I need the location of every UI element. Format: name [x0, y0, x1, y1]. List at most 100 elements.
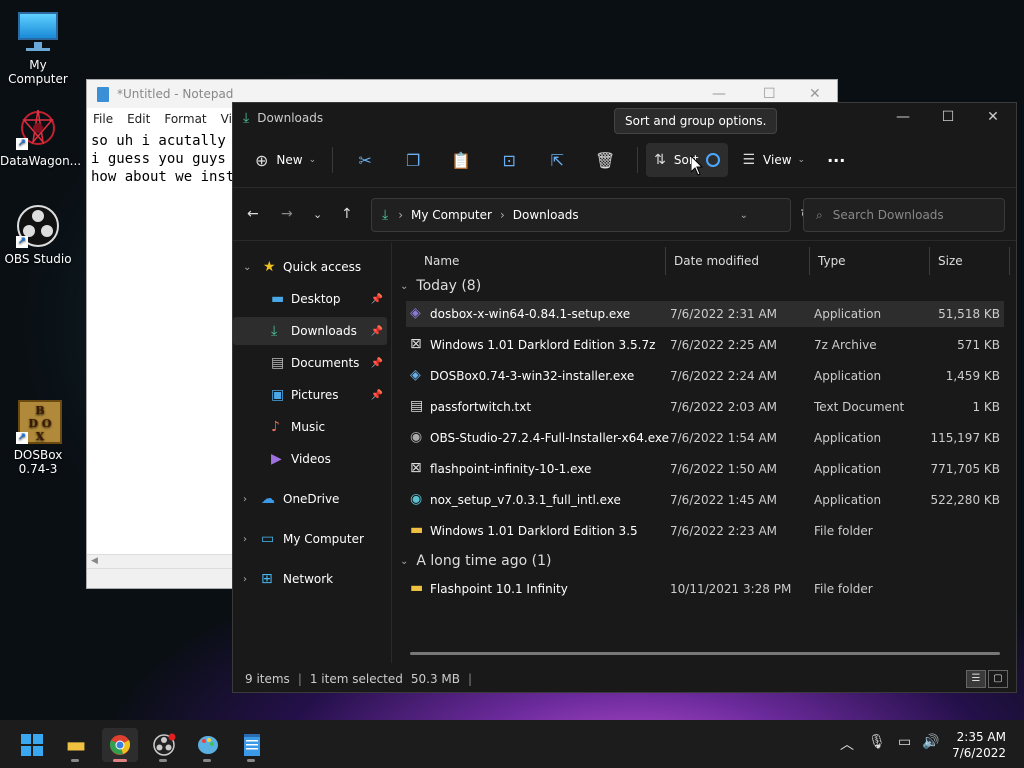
- cut-button[interactable]: ✂: [341, 143, 389, 177]
- desktop-icon-my-computer[interactable]: My Computer: [0, 10, 76, 86]
- file-row[interactable]: ▬ Windows 1.01 Darklord Edition 3.5 7/6/…: [406, 518, 1004, 544]
- view-list-icon: ☰: [742, 152, 756, 168]
- search-box[interactable]: ⌕ Search Downloads: [803, 198, 1005, 232]
- file-row[interactable]: ◉ nox_setup_v7.0.3.1_full_intl.exe 7/6/2…: [406, 487, 1004, 513]
- status-divider: |: [297, 672, 302, 686]
- taskbar-file-explorer[interactable]: ▬: [58, 728, 94, 762]
- desktop-icon-obs-studio[interactable]: ↗ OBS Studio: [0, 204, 76, 266]
- file-row[interactable]: ▬ Flashpoint 10.1 Infinity 10/11/2021 3:…: [406, 576, 1004, 602]
- recent-locations-chevron-icon[interactable]: ⌄: [313, 208, 322, 221]
- taskbar-notepad[interactable]: [234, 728, 270, 762]
- nav-item-music[interactable]: ♪ Music: [233, 413, 387, 441]
- maximize-icon[interactable]: ☐: [933, 109, 963, 125]
- nav-item-documents[interactable]: ▤ Documents 📌: [233, 349, 387, 377]
- minimize-icon[interactable]: —: [888, 109, 918, 125]
- menu-file[interactable]: File: [93, 112, 113, 126]
- sort-button[interactable]: ⇅ Sort: [646, 143, 729, 177]
- close-icon[interactable]: ✕: [809, 86, 821, 102]
- file-row[interactable]: ◉ OBS-Studio-27.2.4-Full-Installer-x64.e…: [406, 425, 1004, 451]
- cut-icon: ✂: [358, 150, 372, 170]
- horizontal-scrollbar[interactable]: ◀: [87, 554, 237, 568]
- file-size: 1 KB: [972, 400, 1000, 414]
- file-row[interactable]: ⊠ Windows 1.01 Darklord Edition 3.5.7z 7…: [406, 332, 1004, 358]
- view-label: View: [763, 153, 792, 167]
- file-row[interactable]: ◈ DOSBox0.74-3-win32-installer.exe 7/6/2…: [406, 363, 1004, 389]
- expand-chevron-icon[interactable]: ⌄: [243, 262, 251, 273]
- volume-icon[interactable]: 🔊: [922, 734, 939, 750]
- chevron-down-icon: ⌄: [308, 155, 317, 165]
- file-row[interactable]: ◈ dosbox-x-win64-0.84.1-setup.exe 7/6/20…: [406, 301, 1004, 327]
- download-icon: ⤓: [271, 323, 278, 339]
- forward-arrow-icon[interactable]: →: [281, 206, 293, 222]
- column-header-name[interactable]: Name: [416, 247, 666, 275]
- copy-icon: ❐: [405, 150, 421, 170]
- microphone-icon[interactable]: 🎙: [868, 734, 886, 750]
- up-arrow-icon[interactable]: ↑: [341, 206, 353, 222]
- obs-icon: [153, 733, 176, 756]
- sort-icon: ⇅: [654, 152, 666, 168]
- minimize-icon[interactable]: —: [712, 86, 726, 102]
- new-button[interactable]: ⊕ New ⌄: [247, 143, 324, 177]
- desktop-icon-label: DataWagon...: [0, 154, 82, 168]
- file-date: 7/6/2022 2:31 AM: [670, 307, 778, 321]
- start-button[interactable]: [14, 728, 50, 762]
- file-date: 7/6/2022 1:54 AM: [670, 431, 778, 445]
- column-header-size[interactable]: Size: [930, 247, 1010, 275]
- pin-icon: 📌: [370, 293, 383, 305]
- tiles-view-icon[interactable]: ▢: [988, 670, 1008, 688]
- nav-item-desktop[interactable]: ▬ Desktop 📌: [233, 285, 387, 313]
- desktop-icon-datawagon[interactable]: ↗ DataWagon...: [0, 106, 81, 168]
- desktop-icon-dosbox[interactable]: BD OX ↗ DOSBox 0.74-3: [0, 400, 76, 476]
- rename-button[interactable]: ⊡: [485, 143, 533, 177]
- more-options-button[interactable]: ···: [819, 143, 853, 177]
- navigation-pane: ⌄ ★ Quick access ▬ Desktop 📌 ⤓ Downloads…: [233, 243, 391, 663]
- desktop-icon-label: My Computer: [8, 58, 68, 86]
- column-header-type[interactable]: Type: [810, 247, 930, 275]
- delete-button[interactable]: 🗑: [581, 143, 629, 177]
- view-button[interactable]: ☰ View ⌄: [734, 143, 813, 177]
- copy-button[interactable]: ❐: [389, 143, 437, 177]
- nav-item-videos[interactable]: ▶ Videos: [233, 445, 387, 473]
- pictures-icon: ▣: [271, 387, 285, 403]
- menu-format[interactable]: Format: [164, 112, 206, 126]
- maximize-icon[interactable]: ☐: [763, 86, 776, 102]
- nav-item-pictures[interactable]: ▣ Pictures 📌: [233, 381, 387, 409]
- group-header-today[interactable]: ⌄ Today (8): [400, 275, 481, 297]
- group-header-long-ago[interactable]: ⌄ A long time ago (1): [400, 550, 551, 572]
- network-status-icon[interactable]: ▭: [898, 734, 911, 750]
- expand-chevron-icon[interactable]: ›: [243, 574, 247, 585]
- file-size: 1,459 KB: [945, 369, 1000, 383]
- nav-item-my-computer[interactable]: › ▭ My Computer: [233, 525, 387, 553]
- address-bar[interactable]: ⤓ › My Computer › Downloads ⌄ ↻: [371, 198, 812, 232]
- close-icon[interactable]: ✕: [978, 109, 1008, 125]
- back-arrow-icon[interactable]: ←: [247, 206, 259, 222]
- address-dropdown-icon[interactable]: ⌄: [740, 210, 748, 221]
- file-row[interactable]: ▤ passfortwitch.txt 7/6/2022 2:03 AM Tex…: [406, 394, 1004, 420]
- file-row[interactable]: ⊠ flashpoint-infinity-10-1.exe 7/6/2022 …: [406, 456, 1004, 482]
- clock[interactable]: 2:35 AM 7/6/2022: [952, 729, 1006, 761]
- menu-edit[interactable]: Edit: [127, 112, 150, 126]
- details-view-icon[interactable]: ☰: [966, 670, 986, 688]
- nav-item-onedrive[interactable]: › ☁ OneDrive: [233, 485, 387, 513]
- expand-chevron-icon[interactable]: ›: [243, 534, 247, 545]
- taskbar-paint[interactable]: [190, 728, 226, 762]
- taskbar-chrome[interactable]: [102, 728, 138, 762]
- paste-button[interactable]: 📋: [437, 143, 485, 177]
- taskbar-obs[interactable]: [146, 728, 182, 762]
- shortcut-arrow-icon: ↗: [16, 432, 28, 444]
- horizontal-scrollbar[interactable]: [410, 652, 1000, 655]
- archive-icon: ⊠: [410, 336, 422, 352]
- nav-quick-access[interactable]: ⌄ ★ Quick access: [233, 253, 387, 281]
- breadcrumb-downloads[interactable]: Downloads: [513, 208, 579, 222]
- share-button[interactable]: ⇱: [533, 143, 581, 177]
- expand-chevron-icon[interactable]: ›: [243, 494, 247, 505]
- nav-item-network[interactable]: › ⊞ Network: [233, 565, 387, 593]
- notepad-icon: [244, 734, 260, 756]
- installer-icon: ◉: [410, 491, 423, 507]
- file-explorer-window[interactable]: ⤓ Downloads — ☐ ✕ ⊕ New ⌄ ✂ ❐ 📋 ⊡ ⇱ 🗑 ⇅ …: [232, 102, 1017, 693]
- show-hidden-icons-chevron-icon[interactable]: ︿: [840, 734, 854, 754]
- item-count: 9 items: [245, 672, 290, 686]
- column-header-date[interactable]: Date modified: [666, 247, 810, 275]
- nav-item-downloads[interactable]: ⤓ Downloads 📌: [233, 317, 387, 345]
- breadcrumb-my-computer[interactable]: My Computer: [411, 208, 492, 222]
